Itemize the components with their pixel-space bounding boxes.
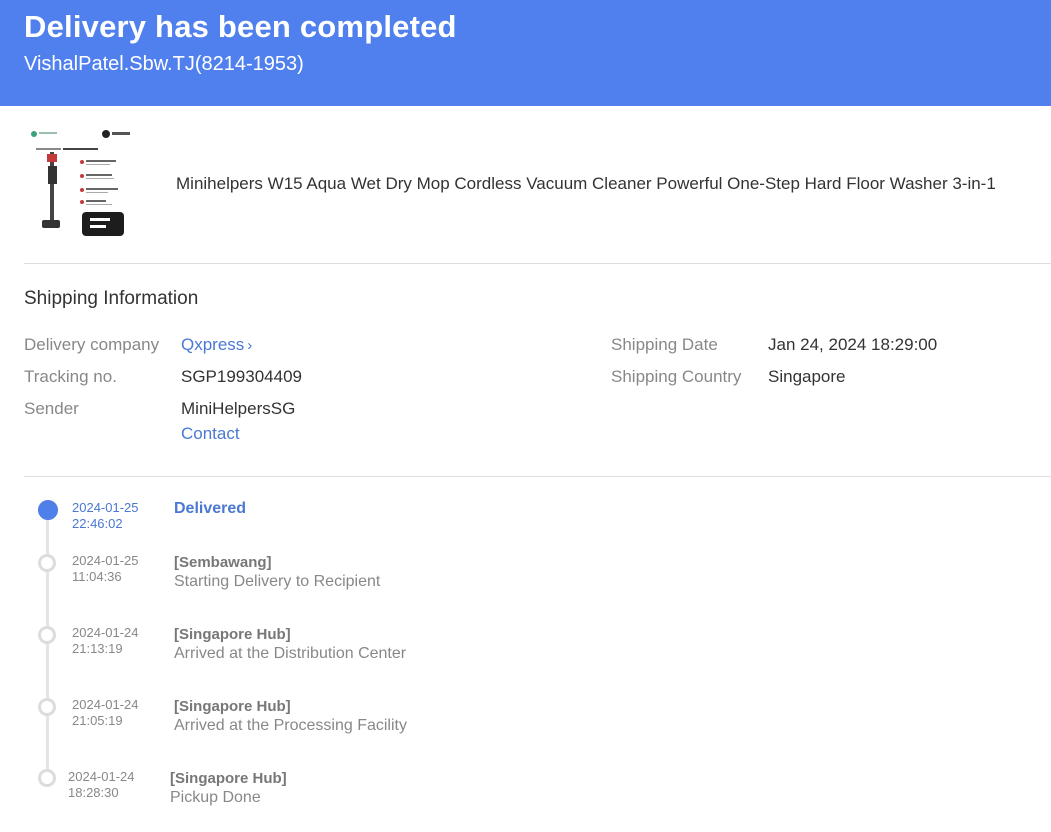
event-time: 11:04:36 bbox=[72, 569, 122, 584]
event-date: 2024-01-24 bbox=[72, 625, 139, 640]
tracking-number: SGP199304409 bbox=[181, 367, 302, 386]
event-location: [Singapore Hub] bbox=[174, 626, 291, 643]
delivery-header: Delivery has been completed VishalPatel.… bbox=[0, 0, 1051, 106]
delivery-company-link[interactable]: Qxpress › bbox=[181, 335, 252, 355]
shipping-info-title: Shipping Information bbox=[24, 288, 199, 309]
recipient-name: VishalPatel.Sbw.TJ(8214-1953) bbox=[24, 53, 304, 75]
shipping-date-label: Shipping Date bbox=[611, 335, 718, 354]
timeline-dot bbox=[38, 626, 56, 644]
timeline-dot-active bbox=[38, 500, 58, 520]
contact-link[interactable]: Contact bbox=[181, 424, 240, 444]
divider bbox=[24, 263, 1051, 264]
event-time: 21:13:19 bbox=[72, 641, 123, 656]
event-timestamp: 2024-01-24 18:28:30 bbox=[68, 769, 135, 801]
sender-label: Sender bbox=[24, 399, 79, 418]
event-time: 21:05:19 bbox=[72, 713, 123, 728]
delivery-company-value: Qxpress bbox=[181, 335, 245, 354]
event-status: Delivered bbox=[174, 500, 247, 517]
event-location: [Sembawang] bbox=[174, 554, 272, 571]
product-image[interactable] bbox=[28, 126, 136, 242]
timeline-dot bbox=[38, 698, 56, 716]
event-date: 2024-01-24 bbox=[68, 769, 135, 784]
event-date: 2024-01-25 bbox=[72, 500, 139, 515]
timeline-track bbox=[46, 512, 49, 782]
timeline-dot bbox=[38, 769, 56, 787]
event-timestamp: 2024-01-24 21:05:19 bbox=[72, 697, 139, 729]
sender-name: MiniHelpersSG bbox=[181, 399, 296, 418]
divider bbox=[24, 476, 1051, 477]
event-time: 22:46:02 bbox=[72, 516, 123, 531]
tracking-label: Tracking no. bbox=[24, 367, 117, 386]
event-date: 2024-01-25 bbox=[72, 553, 139, 568]
event-description: Pickup Done bbox=[170, 789, 261, 806]
shipping-country-value: Singapore bbox=[768, 367, 846, 386]
event-description: Arrived at the Processing Facility bbox=[174, 717, 407, 734]
delivery-company-label: Delivery company bbox=[24, 335, 160, 354]
event-time: 18:28:30 bbox=[68, 785, 119, 800]
shipping-date-value: Jan 24, 2024 18:29:00 bbox=[768, 335, 938, 354]
event-location: [Singapore Hub] bbox=[174, 698, 291, 715]
event-description: Arrived at the Distribution Center bbox=[174, 645, 407, 662]
page-title: Delivery has been completed bbox=[24, 9, 457, 44]
event-description: Starting Delivery to Recipient bbox=[174, 573, 381, 590]
shipping-country-label: Shipping Country bbox=[611, 367, 742, 386]
event-timestamp: 2024-01-25 22:46:02 bbox=[72, 500, 139, 532]
vacuum-product-icon bbox=[28, 126, 136, 242]
event-location: [Singapore Hub] bbox=[170, 770, 287, 787]
event-date: 2024-01-24 bbox=[72, 697, 139, 712]
event-timestamp: 2024-01-25 11:04:36 bbox=[72, 553, 139, 585]
timeline-dot bbox=[38, 554, 56, 572]
chevron-right-icon: › bbox=[247, 337, 253, 354]
event-timestamp: 2024-01-24 21:13:19 bbox=[72, 625, 139, 657]
product-name[interactable]: Minihelpers W15 Aqua Wet Dry Mop Cordles… bbox=[176, 174, 996, 194]
